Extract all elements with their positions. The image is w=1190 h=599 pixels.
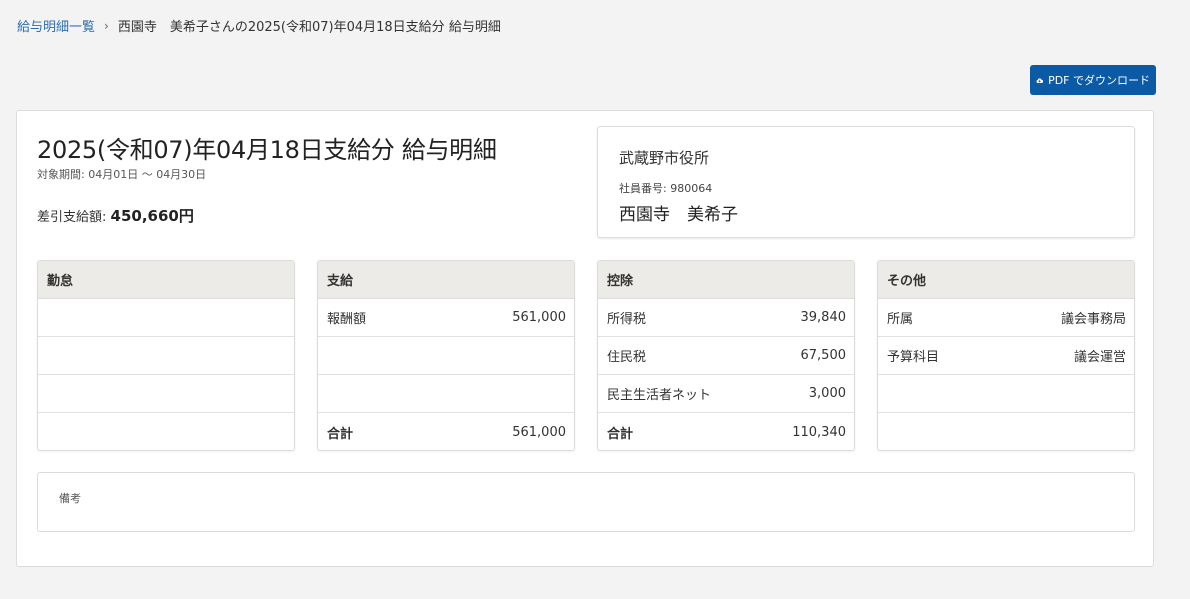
remarks-box: 備考 bbox=[37, 472, 1135, 532]
table-row: 報酬額 561,000 bbox=[318, 299, 574, 337]
table-row bbox=[878, 375, 1134, 413]
table-row: 予算科目 議会運営 bbox=[878, 337, 1134, 375]
row-value: 議会運営 bbox=[1073, 350, 1126, 365]
net-pay-amount: 450,660円 bbox=[110, 207, 194, 225]
cloud-download-icon bbox=[1036, 77, 1044, 83]
breadcrumb-separator: › bbox=[104, 18, 109, 33]
page-title: 2025(令和07)年04月18日支給分 給与明細 bbox=[37, 136, 497, 164]
employee-name: 西園寺 美希子 bbox=[619, 205, 738, 225]
row-label: 合計 bbox=[607, 426, 634, 442]
table-row bbox=[38, 337, 294, 375]
other-panel: その他 所属 議会事務局 予算科目 議会運営 bbox=[877, 260, 1135, 451]
payment-panel: 支給 報酬額 561,000 合計 561,000 bbox=[317, 260, 575, 451]
row-value: 110,340 bbox=[792, 424, 846, 440]
table-row bbox=[878, 413, 1134, 450]
table-row bbox=[318, 375, 574, 413]
row-value: 561,000 bbox=[512, 310, 566, 325]
table-row: 住民税 67,500 bbox=[598, 337, 854, 375]
panel-header: 控除 bbox=[598, 261, 854, 299]
row-label: 所属 bbox=[887, 312, 914, 327]
table-row: 所属 議会事務局 bbox=[878, 299, 1134, 337]
row-label: 住民税 bbox=[607, 350, 647, 365]
breadcrumb-current: 西園寺 美希子さんの2025(令和07)年04月18日支給分 給与明細 bbox=[117, 20, 501, 35]
row-value: 3,000 bbox=[808, 386, 846, 401]
net-pay-label: 差引支給額: bbox=[37, 210, 111, 225]
row-value: 561,000 bbox=[512, 424, 566, 440]
employer-info-box: 武蔵野市役所 社員番号: 980064 西園寺 美希子 bbox=[597, 126, 1135, 238]
pdf-download-button[interactable]: PDF でダウンロード bbox=[1030, 65, 1156, 95]
table-row bbox=[38, 299, 294, 337]
target-period: 対象期間: 04月01日 〜 04月30日 bbox=[37, 168, 207, 181]
panel-header: その他 bbox=[878, 261, 1134, 299]
panel-header: 勤怠 bbox=[38, 261, 294, 299]
row-value: 67,500 bbox=[800, 348, 847, 363]
deduction-panel: 控除 所得税 39,840 住民税 67,500 民主生活者ネット 3,000 合計 1… bbox=[597, 260, 855, 451]
row-value: 39,840 bbox=[800, 310, 847, 325]
net-pay: 差引支給額: 450,660円 bbox=[37, 205, 194, 226]
row-label: 合計 bbox=[327, 426, 354, 442]
total-row: 合計 561,000 bbox=[318, 413, 574, 450]
table-row bbox=[38, 413, 294, 450]
row-label: 所得税 bbox=[607, 312, 647, 327]
row-value: 議会事務局 bbox=[1060, 312, 1126, 327]
row-label: 報酬額 bbox=[327, 312, 367, 327]
breadcrumb: 給与明細一覧 › 西園寺 美希子さんの2025(令和07)年04月18日支給分 … bbox=[17, 16, 501, 36]
panel-header: 支給 bbox=[318, 261, 574, 299]
table-row: 所得税 39,840 bbox=[598, 299, 854, 337]
total-row: 合計 110,340 bbox=[598, 413, 854, 450]
employer-name: 武蔵野市役所 bbox=[619, 149, 710, 167]
table-row: 民主生活者ネット 3,000 bbox=[598, 375, 854, 413]
row-label: 民主生活者ネット bbox=[607, 388, 712, 403]
attendance-panel: 勤怠 bbox=[37, 260, 295, 451]
pdf-download-label: PDF でダウンロード bbox=[1048, 74, 1150, 87]
table-row bbox=[38, 375, 294, 413]
employee-id: 社員番号: 980064 bbox=[619, 182, 713, 195]
remarks-label: 備考 bbox=[59, 492, 81, 505]
payslip-card: 2025(令和07)年04月18日支給分 給与明細 対象期間: 04月01日 〜… bbox=[16, 110, 1154, 567]
table-row bbox=[318, 337, 574, 375]
row-label: 予算科目 bbox=[887, 350, 940, 365]
breadcrumb-link-payslip-list[interactable]: 給与明細一覧 bbox=[17, 16, 95, 35]
